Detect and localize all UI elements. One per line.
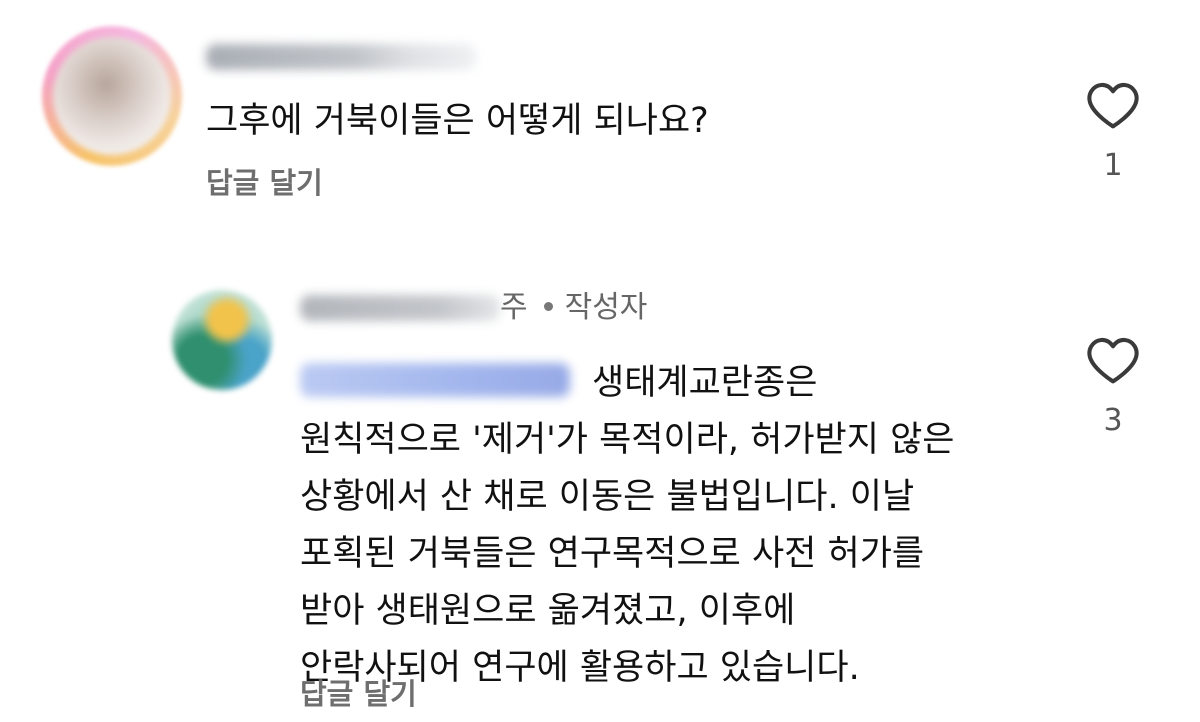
reply-button[interactable]: 답글 달기 bbox=[300, 676, 417, 712]
reply-line: 생태계교란종은 bbox=[300, 355, 1060, 412]
like-count: 3 bbox=[1103, 403, 1123, 438]
like-control: 3 bbox=[1083, 335, 1143, 439]
heart-outline-icon[interactable] bbox=[1086, 80, 1140, 130]
mention-redacted[interactable] bbox=[300, 363, 570, 397]
avatar[interactable] bbox=[53, 37, 171, 155]
separator-dot bbox=[543, 302, 553, 311]
like-control: 1 bbox=[1083, 80, 1143, 184]
heart-outline-icon[interactable] bbox=[1086, 335, 1140, 385]
comment-text: 그후에 거북이들은 어떻게 되나요? bbox=[206, 101, 709, 141]
username-redacted[interactable] bbox=[206, 44, 476, 70]
author-avatar[interactable] bbox=[172, 290, 272, 390]
like-count: 1 bbox=[1103, 148, 1123, 183]
reply-time: 주 bbox=[500, 290, 528, 325]
reply-line: 원칙적으로 '제거'가 목적이라, 허가받지 않은 bbox=[300, 420, 955, 460]
author-username-redacted[interactable] bbox=[300, 295, 500, 321]
reply-button[interactable]: 답글 달기 bbox=[206, 165, 323, 201]
reply-line-text: 생태계교란종은 bbox=[592, 363, 818, 403]
reply-meta: 주 작성자 bbox=[500, 290, 647, 326]
reply-line: 포획된 거북들은 연구목적으로 사전 허가를 bbox=[300, 534, 925, 574]
author-badge: 작성자 bbox=[564, 290, 648, 325]
reply-line: 상황에서 산 채로 이동은 불법입니다. 이날 bbox=[300, 477, 915, 517]
reply-text: 생태계교란종은 원칙적으로 '제거'가 목적이라, 허가받지 않은 상황에서 산… bbox=[300, 355, 1060, 697]
reply-line: 받아 생태원으로 옮겨졌고, 이후에 bbox=[300, 591, 796, 631]
